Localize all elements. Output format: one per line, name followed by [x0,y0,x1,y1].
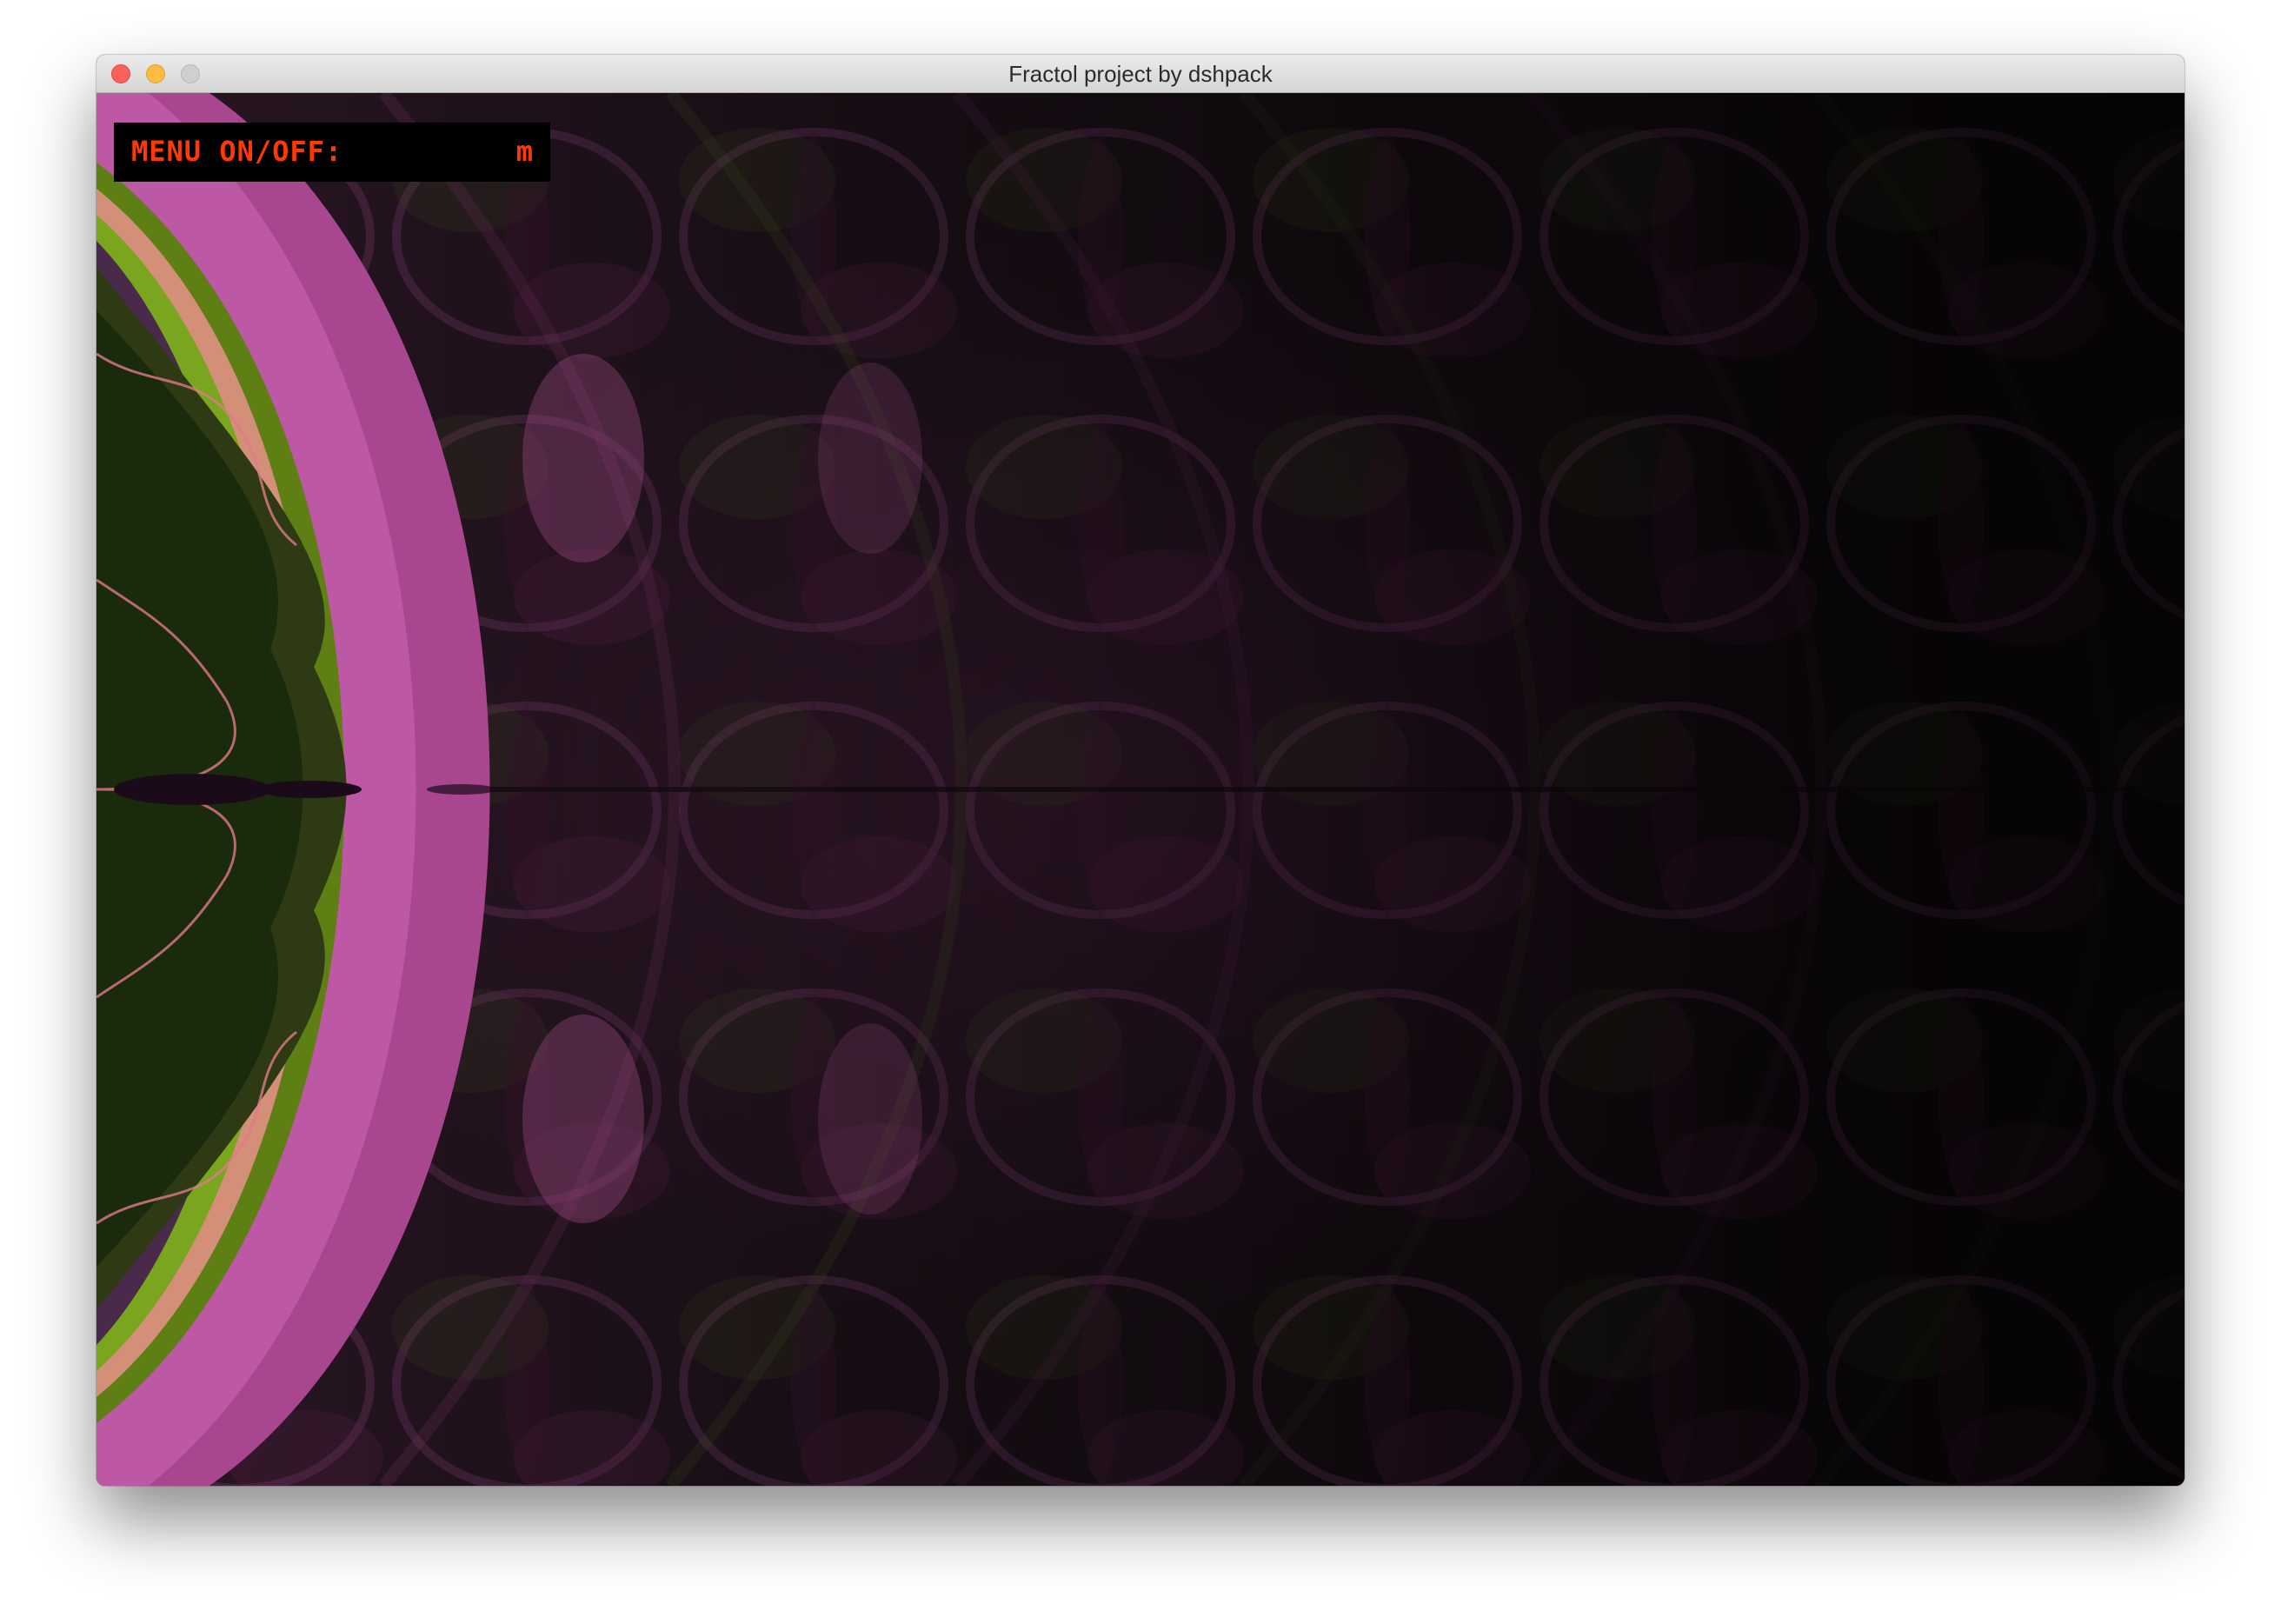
menu-toggle-key: m [515,135,533,168]
window-title: Fractol project by dshpack [1008,61,1273,87]
menu-toggle-label: MENU ON/OFF: [131,135,343,168]
menu-toggle-overlay: MENU ON/OFF: m [114,123,550,182]
desktop: Fractol project by dshpack MENU ON/OFF: … [0,0,2281,1624]
fractal-canvas[interactable]: MENU ON/OFF: m [96,93,2185,1486]
app-window: Fractol project by dshpack MENU ON/OFF: … [96,55,2185,1486]
title-bar[interactable]: Fractol project by dshpack [96,55,2185,93]
fractal-image [96,93,2185,1486]
